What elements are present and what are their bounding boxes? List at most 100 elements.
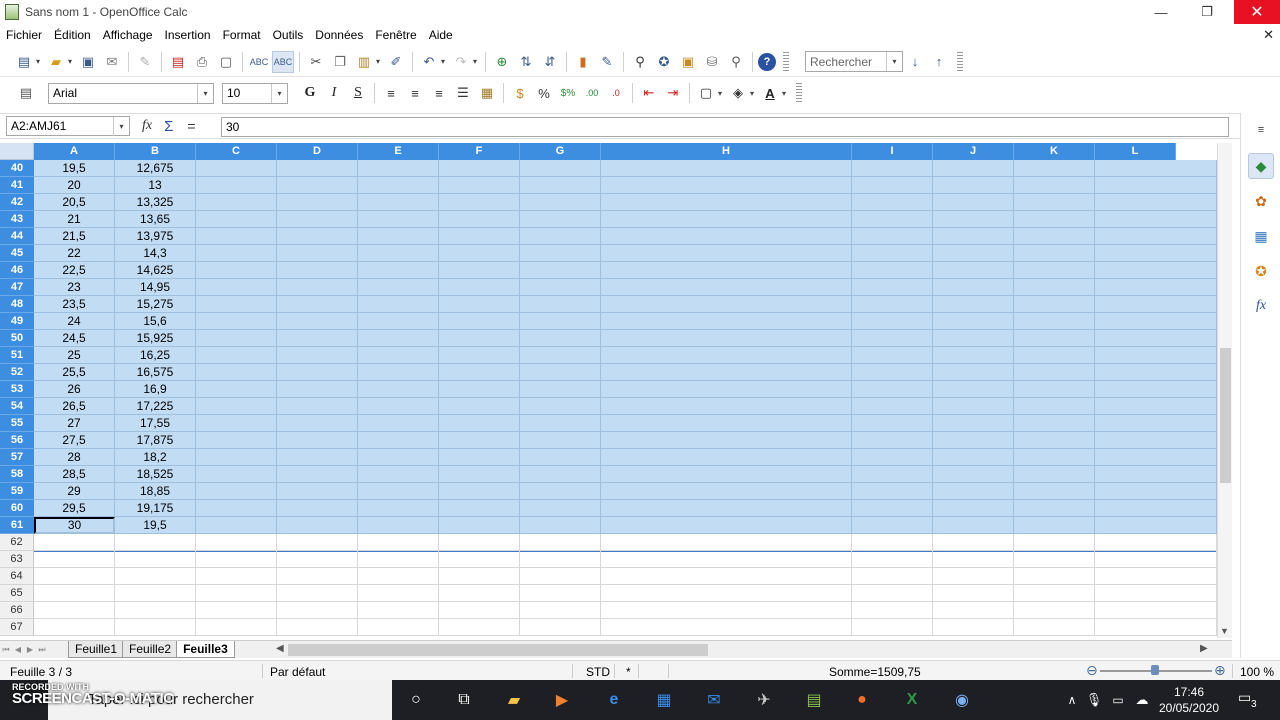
cell-e[interactable]	[358, 500, 439, 517]
cell-h[interactable]	[601, 483, 852, 500]
cell-k[interactable]	[1014, 177, 1095, 194]
show-hidden-icons-icon[interactable]: ∧	[1060, 688, 1084, 712]
row-header[interactable]: 66	[0, 602, 34, 619]
open-dropdown-icon[interactable]: ▾	[68, 57, 76, 66]
cell-b[interactable]: 18,85	[115, 483, 196, 500]
cell-c[interactable]	[196, 534, 277, 551]
cell-l[interactable]	[1095, 194, 1217, 211]
cell-c[interactable]	[196, 364, 277, 381]
cell-b[interactable]: 18,2	[115, 449, 196, 466]
active-cell[interactable]: 30	[34, 517, 115, 534]
cell-i[interactable]	[852, 194, 933, 211]
cell-e[interactable]	[358, 330, 439, 347]
styles-formatting-icon[interactable]: ▤	[15, 82, 37, 104]
cell-a[interactable]: 27	[34, 415, 115, 432]
name-box[interactable]: A2:AMJ61 ▾	[6, 116, 130, 136]
sum-button[interactable]: Σ	[164, 118, 173, 135]
cell-k[interactable]	[1014, 398, 1095, 415]
cell-g[interactable]	[520, 602, 601, 619]
status-sum[interactable]: Somme=1509,75	[829, 665, 921, 679]
cell-f[interactable]	[439, 245, 520, 262]
zoom-out-icon[interactable]: ⊖	[1086, 662, 1098, 679]
cell-f[interactable]	[439, 296, 520, 313]
cell-f[interactable]	[439, 585, 520, 602]
cell-g[interactable]	[520, 279, 601, 296]
cell-a[interactable]	[34, 568, 115, 585]
cell-l[interactable]	[1095, 602, 1217, 619]
spreadsheet-grid[interactable]: ABCDEFGHIJKL 40 19,5 12,675 41 20 13 42 20,5 13,…	[0, 143, 1217, 638]
sheet-tab-feuille3[interactable]: Feuille3	[176, 641, 235, 658]
font-name-dropdown-icon[interactable]: ▾	[197, 83, 213, 103]
column-header-l[interactable]: L	[1095, 143, 1176, 160]
cell-a[interactable]: 21,5	[34, 228, 115, 245]
cell-a[interactable]: 26	[34, 381, 115, 398]
formatting-toolbar-grip[interactable]	[796, 83, 802, 103]
function-wizard-button[interactable]: fx	[142, 118, 152, 134]
cell-b[interactable]: 13,65	[115, 211, 196, 228]
cell-c[interactable]	[196, 602, 277, 619]
cell-f[interactable]	[439, 330, 520, 347]
vertical-scrollbar[interactable]: ▼	[1217, 143, 1232, 638]
cell-h[interactable]	[601, 534, 852, 551]
align-left-icon[interactable]: ≡	[380, 82, 402, 104]
column-header-a[interactable]: A	[34, 143, 115, 160]
cell-h[interactable]	[601, 245, 852, 262]
close-button[interactable]: ✕	[1234, 0, 1280, 24]
cell-d[interactable]	[277, 602, 358, 619]
cell-e[interactable]	[358, 177, 439, 194]
task-view-icon[interactable]: ⧉	[452, 688, 476, 712]
navigator-deck-icon[interactable]: ✪	[1248, 258, 1274, 284]
cell-j[interactable]	[933, 177, 1014, 194]
cell-e[interactable]	[358, 415, 439, 432]
row-header[interactable]: 50	[0, 330, 34, 347]
cell-d[interactable]	[277, 466, 358, 483]
cell-j[interactable]	[933, 347, 1014, 364]
cell-d[interactable]	[277, 534, 358, 551]
last-sheet-icon[interactable]: ⏭	[36, 645, 48, 655]
cell-k[interactable]	[1014, 551, 1095, 568]
cell-g[interactable]	[520, 415, 601, 432]
cell-b[interactable]	[115, 551, 196, 568]
cell-c[interactable]	[196, 160, 277, 177]
row-header[interactable]: 56	[0, 432, 34, 449]
cortana-icon[interactable]: ○	[404, 688, 428, 712]
row-header[interactable]: 52	[0, 364, 34, 381]
cell-l[interactable]	[1095, 296, 1217, 313]
cell-e[interactable]	[358, 619, 439, 636]
currency-format-icon[interactable]: $	[509, 82, 531, 104]
cell-j[interactable]	[933, 585, 1014, 602]
cell-d[interactable]	[277, 551, 358, 568]
zoom-icon[interactable]: ⚲	[725, 51, 747, 73]
cell-l[interactable]	[1095, 245, 1217, 262]
cell-b[interactable]: 16,575	[115, 364, 196, 381]
cell-c[interactable]	[196, 347, 277, 364]
cell-b[interactable]: 15,925	[115, 330, 196, 347]
cell-b[interactable]	[115, 534, 196, 551]
horizontal-scroll-thumb[interactable]	[288, 644, 708, 656]
cell-a[interactable]	[34, 551, 115, 568]
cell-e[interactable]	[358, 262, 439, 279]
scroll-left-icon[interactable]: ◀	[276, 643, 284, 654]
first-sheet-icon[interactable]: ⏮	[0, 645, 12, 655]
properties-deck-icon[interactable]: ◆	[1248, 153, 1274, 179]
cell-k[interactable]	[1014, 534, 1095, 551]
cell-i[interactable]	[852, 228, 933, 245]
battery-icon[interactable]: ▭	[1106, 688, 1130, 712]
cell-d[interactable]	[277, 483, 358, 500]
hyperlink-icon[interactable]: ⊕	[491, 51, 513, 73]
excel-icon[interactable]: X	[900, 688, 924, 712]
edit-file-icon[interactable]: ✎	[134, 51, 156, 73]
cell-g[interactable]	[520, 296, 601, 313]
cell-i[interactable]	[852, 466, 933, 483]
cell-d[interactable]	[277, 262, 358, 279]
cell-b[interactable]: 14,95	[115, 279, 196, 296]
cell-h[interactable]	[601, 347, 852, 364]
cell-c[interactable]	[196, 432, 277, 449]
borders-icon[interactable]: ▢	[695, 82, 717, 104]
cell-g[interactable]	[520, 245, 601, 262]
merge-cells-icon[interactable]: ▦	[476, 82, 498, 104]
cell-k[interactable]	[1014, 568, 1095, 585]
cell-d[interactable]	[277, 517, 358, 534]
cell-k[interactable]	[1014, 296, 1095, 313]
new-document-icon[interactable]: ▤	[13, 51, 35, 73]
